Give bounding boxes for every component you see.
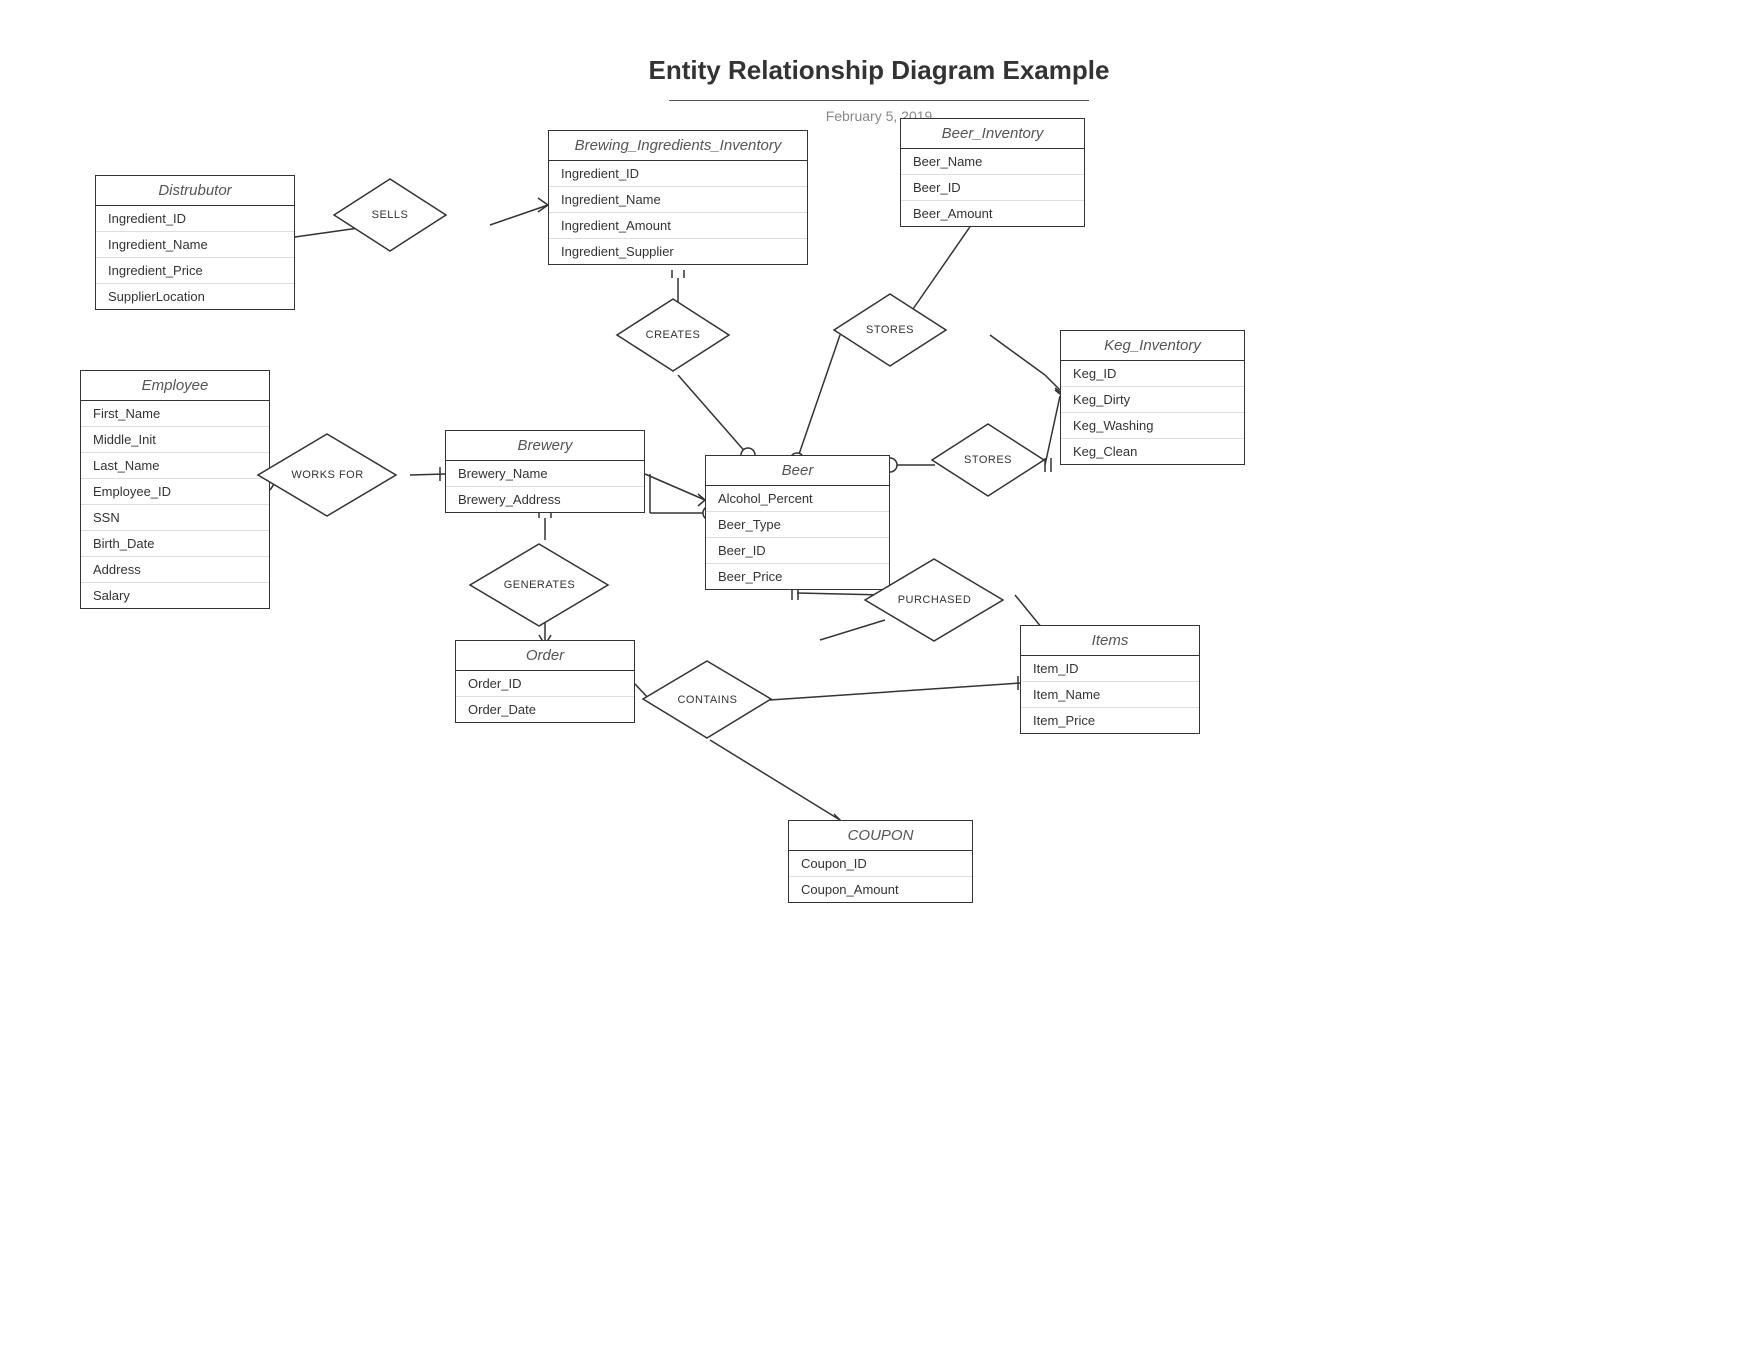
contains-label: CONTAINS bbox=[677, 694, 737, 706]
attr-item-price: Item_Price bbox=[1021, 708, 1199, 733]
stores1-label: STORES bbox=[866, 324, 914, 336]
entity-brewing-ingredients: Brewing_Ingredients_Inventory Ingredient… bbox=[548, 130, 808, 265]
entity-beer-header: Beer bbox=[706, 456, 889, 486]
entity-keg-header: Keg_Inventory bbox=[1061, 331, 1244, 361]
title-underline bbox=[669, 100, 1089, 101]
attr-emp-salary: Salary bbox=[81, 583, 269, 608]
creates-label: CREATES bbox=[646, 329, 701, 341]
attr-coupon-id: Coupon_ID bbox=[789, 851, 972, 877]
relationship-generates: GENERATES bbox=[467, 540, 612, 630]
attr-bi-ingredient-supplier: Ingredient_Supplier bbox=[549, 239, 807, 264]
attr-keg-clean: Keg_Clean bbox=[1061, 439, 1244, 464]
purchased-label: PURCHASED bbox=[898, 594, 972, 606]
attr-ingredient-price: Ingredient_Price bbox=[96, 258, 294, 284]
attr-keg-id: Keg_ID bbox=[1061, 361, 1244, 387]
attr-keg-dirty: Keg_Dirty bbox=[1061, 387, 1244, 413]
worksfor-label: WORKS FOR bbox=[291, 469, 363, 481]
attr-emp-middleinit: Middle_Init bbox=[81, 427, 269, 453]
relationship-stores1: STORES bbox=[830, 290, 950, 370]
attr-keg-washing: Keg_Washing bbox=[1061, 413, 1244, 439]
relationship-stores2: STORES bbox=[928, 420, 1048, 500]
subtitle: February 5, 2019 bbox=[0, 108, 1758, 124]
attr-emp-firstname: First_Name bbox=[81, 401, 269, 427]
attr-ingredient-name: Ingredient_Name bbox=[96, 232, 294, 258]
attr-item-name: Item_Name bbox=[1021, 682, 1199, 708]
generates-label: GENERATES bbox=[504, 579, 576, 591]
attr-brewery-address: Brewery_Address bbox=[446, 487, 644, 512]
attr-bi-ingredient-name: Ingredient_Name bbox=[549, 187, 807, 213]
attr-bi-ingredient-id: Ingredient_ID bbox=[549, 161, 807, 187]
entity-coupon: COUPON Coupon_ID Coupon_Amount bbox=[788, 820, 973, 903]
attr-ingredient-id: Ingredient_ID bbox=[96, 206, 294, 232]
attr-beerinv-name: Beer_Name bbox=[901, 149, 1084, 175]
entity-employee-header: Employee bbox=[81, 371, 269, 401]
entity-distributor: Distrubutor Ingredient_ID Ingredient_Nam… bbox=[95, 175, 295, 310]
relationship-creates: CREATES bbox=[613, 295, 733, 375]
relationship-purchased: PURCHASED bbox=[862, 555, 1007, 645]
entity-brewery-header: Brewery bbox=[446, 431, 644, 461]
entity-order: Order Order_ID Order_Date bbox=[455, 640, 635, 723]
attr-beerinv-amount: Beer_Amount bbox=[901, 201, 1084, 226]
stores2-label: STORES bbox=[964, 454, 1012, 466]
entity-distributor-header: Distrubutor bbox=[96, 176, 294, 206]
sells-label: SELLS bbox=[372, 209, 409, 221]
entity-brewery: Brewery Brewery_Name Brewery_Address bbox=[445, 430, 645, 513]
attr-supplier-location: SupplierLocation bbox=[96, 284, 294, 309]
attr-bi-ingredient-amount: Ingredient_Amount bbox=[549, 213, 807, 239]
entity-keg-inventory: Keg_Inventory Keg_ID Keg_Dirty Keg_Washi… bbox=[1060, 330, 1245, 465]
attr-emp-ssn: SSN bbox=[81, 505, 269, 531]
attr-order-date: Order_Date bbox=[456, 697, 634, 722]
relationship-contains: CONTAINS bbox=[640, 657, 775, 742]
attr-emp-birthdate: Birth_Date bbox=[81, 531, 269, 557]
entity-beer-inventory-header: Beer_Inventory bbox=[901, 119, 1084, 149]
attr-emp-id: Employee_ID bbox=[81, 479, 269, 505]
relationship-works-for: WORKS FOR bbox=[255, 430, 400, 520]
attr-order-id: Order_ID bbox=[456, 671, 634, 697]
entity-beer-inventory: Beer_Inventory Beer_Name Beer_ID Beer_Am… bbox=[900, 118, 1085, 227]
entity-brewing-header: Brewing_Ingredients_Inventory bbox=[549, 131, 807, 161]
attr-item-id: Item_ID bbox=[1021, 656, 1199, 682]
attr-beer-type: Beer_Type bbox=[706, 512, 889, 538]
entity-coupon-header: COUPON bbox=[789, 821, 972, 851]
page-title: Entity Relationship Diagram Example bbox=[0, 55, 1758, 86]
entity-order-header: Order bbox=[456, 641, 634, 671]
attr-brewery-name: Brewery_Name bbox=[446, 461, 644, 487]
attr-emp-address: Address bbox=[81, 557, 269, 583]
attr-beerinv-id: Beer_ID bbox=[901, 175, 1084, 201]
attr-coupon-amount: Coupon_Amount bbox=[789, 877, 972, 902]
entity-employee: Employee First_Name Middle_Init Last_Nam… bbox=[80, 370, 270, 609]
entity-items: Items Item_ID Item_Name Item_Price bbox=[1020, 625, 1200, 734]
relationship-sells: SELLS bbox=[330, 175, 450, 255]
attr-emp-lastname: Last_Name bbox=[81, 453, 269, 479]
attr-beer-alcohol: Alcohol_Percent bbox=[706, 486, 889, 512]
entity-items-header: Items bbox=[1021, 626, 1199, 656]
diagram-container: Entity Relationship Diagram Example Febr… bbox=[0, 0, 1758, 1358]
